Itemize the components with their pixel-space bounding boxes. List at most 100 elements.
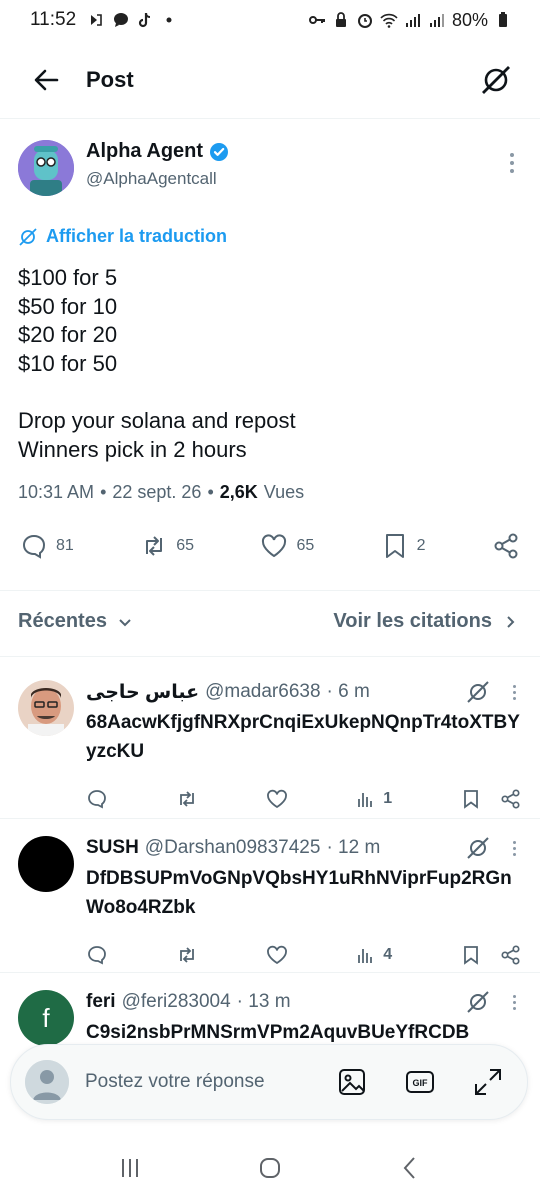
bookmark-icon <box>464 946 478 965</box>
more-options-icon[interactable] <box>506 840 522 856</box>
like-icon <box>266 945 287 965</box>
sort-dropdown[interactable]: Récentes <box>18 610 133 633</box>
user-avatar[interactable] <box>25 1060 69 1104</box>
more-options-icon[interactable] <box>506 684 522 700</box>
reply-button[interactable] <box>86 944 108 966</box>
svg-text:GIF: GIF <box>413 1078 429 1088</box>
reply-item[interactable]: عباس حاجی @madar6638 · 6 m 68AacwKfjgfNR… <box>18 680 522 810</box>
translate-link[interactable]: Afficher la traduction <box>18 226 227 247</box>
battery-icon <box>499 12 507 27</box>
post-actions: 81 65 65 2 <box>20 532 520 560</box>
repost-button[interactable] <box>176 788 198 810</box>
reply-actions: 4 <box>86 944 522 966</box>
reply-author-name[interactable]: SUSH <box>86 837 139 859</box>
meta-separator-2: • <box>207 482 214 502</box>
translate-label[interactable]: Afficher la traduction <box>46 226 227 247</box>
home-icon[interactable] <box>257 1155 283 1181</box>
view-quotes-link[interactable]: Voir les citations <box>333 610 518 633</box>
alarm-icon <box>357 14 372 28</box>
reply-item[interactable]: f feri @feri283004 · 13 m C9si2nsbPrMNSr… <box>18 990 522 1047</box>
reply-text: 68AacwKfjgfNRXprCnqiExUkepNQnpTr4toXTBYy… <box>86 712 520 762</box>
avatar[interactable] <box>18 680 74 736</box>
sort-divider <box>0 656 540 657</box>
author-name-row[interactable]: Alpha Agent <box>86 140 502 163</box>
reply-age: · 6 m <box>326 681 370 702</box>
reply-button[interactable] <box>86 788 108 810</box>
reply-author-name[interactable]: عباس حاجی <box>86 681 199 704</box>
repost-button[interactable] <box>176 944 198 966</box>
reply-icon <box>88 790 106 809</box>
reply-author-handle[interactable]: @madar6638 <box>205 681 320 703</box>
reply-age: · 12 m <box>326 837 381 858</box>
image-icon[interactable] <box>337 1067 367 1097</box>
like-button[interactable] <box>266 788 288 810</box>
translate-icon <box>19 227 37 246</box>
share-icon <box>494 533 518 559</box>
reply-header: feri @feri283004 · 13 m <box>86 990 522 1014</box>
back-arrow-icon[interactable] <box>32 66 60 94</box>
bookmark-button[interactable]: 2 <box>381 532 426 560</box>
author-name[interactable]: Alpha Agent <box>86 140 203 163</box>
post-date: 22 sept. 26 <box>112 482 202 502</box>
sort-label[interactable]: Récentes <box>18 610 107 633</box>
avatar[interactable]: f <box>18 990 74 1046</box>
views-button[interactable]: 4 <box>355 944 392 966</box>
repost-button[interactable]: 65 <box>140 532 194 560</box>
reply-text: C9si2nsbPrMNSrmVPm2AquvBUeYfRCDB <box>86 1022 470 1043</box>
like-count: 65 <box>296 537 315 554</box>
share-button[interactable] <box>492 532 520 560</box>
repost-icon <box>179 947 194 963</box>
views-label[interactable]: Vues <box>264 482 304 503</box>
repost-count: 65 <box>176 537 195 554</box>
reply-header: عباس حاجی @madar6638 · 6 m <box>86 680 522 704</box>
reply-views: 4 <box>383 946 393 963</box>
post-author: Alpha Agent @AlphaAgentcall <box>18 140 522 196</box>
repost-icon <box>146 536 163 556</box>
reply-views: 1 <box>383 790 393 807</box>
like-button[interactable] <box>266 944 288 966</box>
author-handle[interactable]: @AlphaAgentcall <box>86 169 502 189</box>
dot-icon <box>166 17 172 23</box>
reply-button[interactable]: 81 <box>20 532 74 560</box>
tiktok-icon <box>139 12 151 28</box>
quotes-label[interactable]: Voir les citations <box>333 610 492 633</box>
grok-icon[interactable] <box>466 680 490 704</box>
back-icon[interactable] <box>397 1155 423 1181</box>
verified-badge-icon <box>210 142 229 161</box>
chevron-right-icon <box>507 615 515 628</box>
reply-compose-bar[interactable]: Postez votre réponse GIF <box>10 1044 528 1120</box>
status-time: 11:52 <box>30 9 77 30</box>
like-button[interactable]: 65 <box>260 532 314 560</box>
reply-item[interactable]: SUSH @Darshan09837425 · 12 m DfDBSUPmVoG… <box>18 836 522 966</box>
recents-icon[interactable] <box>117 1155 143 1181</box>
reply-author-handle[interactable]: @Darshan09837425 <box>145 837 321 859</box>
share-button[interactable] <box>500 788 522 810</box>
share-button[interactable] <box>500 944 522 966</box>
bookmark-button[interactable] <box>460 788 482 810</box>
more-options-icon[interactable] <box>502 148 522 178</box>
media-icon <box>91 14 102 26</box>
reply-age: · 13 m <box>236 991 291 1012</box>
avatar[interactable] <box>18 836 74 892</box>
grok-icon[interactable] <box>466 990 490 1014</box>
views-count[interactable]: 2,6K <box>220 482 258 503</box>
page-title: Post <box>86 67 134 92</box>
expand-icon[interactable] <box>473 1067 503 1097</box>
share-icon <box>501 945 520 965</box>
reply-input[interactable]: Postez votre réponse <box>85 1071 299 1093</box>
bookmark-icon <box>464 790 478 809</box>
reply-author-name[interactable]: feri <box>86 991 116 1013</box>
lock-icon <box>335 12 346 27</box>
grok-icon[interactable] <box>466 836 490 860</box>
bookmark-count: 2 <box>416 537 426 554</box>
top-bar: Post <box>0 50 540 110</box>
repost-icon <box>179 791 194 807</box>
grok-icon[interactable] <box>480 64 512 96</box>
gif-icon[interactable]: GIF <box>405 1067 435 1097</box>
reply-author-handle[interactable]: @feri283004 <box>122 991 231 1013</box>
bookmark-button[interactable] <box>460 944 482 966</box>
bookmark-icon <box>385 534 404 558</box>
avatar[interactable] <box>18 140 74 196</box>
views-button[interactable]: 1 <box>355 788 392 810</box>
more-options-icon[interactable] <box>506 994 522 1010</box>
